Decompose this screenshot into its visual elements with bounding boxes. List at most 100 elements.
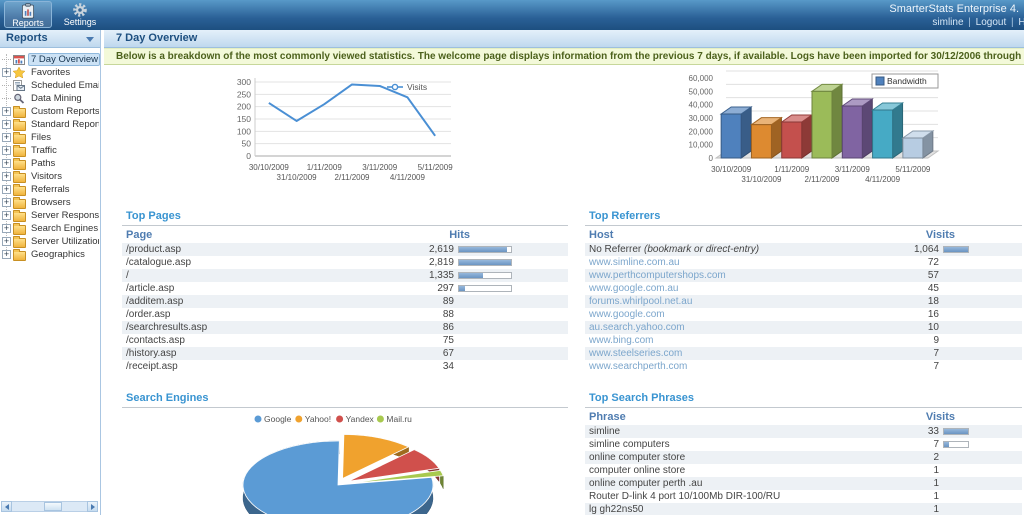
expand-icon[interactable]: +	[2, 159, 11, 168]
expand-icon[interactable]: +	[2, 107, 11, 116]
row-label: /	[126, 270, 396, 281]
expand-icon[interactable]: +	[2, 237, 11, 246]
table-header: HostVisits	[585, 226, 1022, 243]
sidebar-item-search-engines[interactable]: +Search Engines	[0, 222, 100, 235]
expand-icon[interactable]: +	[2, 185, 11, 194]
sidebar-item-files[interactable]: +Files	[0, 131, 100, 144]
chevron-down-icon	[86, 37, 94, 42]
svg-text:Mail.ru: Mail.ru	[386, 414, 412, 424]
row-label: /catalogue.asp	[126, 257, 396, 268]
expand-icon[interactable]: +	[2, 224, 11, 233]
sidebar-item-visitors[interactable]: +Visitors	[0, 170, 100, 183]
sidebar-item-server-utilization[interactable]: + Server Utilization	[0, 235, 100, 248]
top-toolbar: Reports Settings SmarterStats Enterprise…	[0, 0, 1024, 30]
notice-bar: Below is a breakdown of the most commonl…	[104, 48, 1024, 65]
row-label: /order.asp	[126, 309, 396, 320]
main-content: 7 Day Overview Below is a breakdown of t…	[104, 30, 1024, 515]
user-link-help[interactable]: Help	[1018, 17, 1024, 28]
search-engines-section: Search Engines GoogleYahoo!YandexMail.ru	[122, 392, 568, 514]
sidebar-item-scheduled-email-reports[interactable]: Scheduled Email Reports	[0, 79, 100, 92]
scrollbar-thumb[interactable]	[44, 502, 62, 511]
sidebar-item-label: Data Mining	[28, 92, 85, 105]
expand-icon[interactable]: +	[2, 133, 11, 142]
svg-text:30/10/2009: 30/10/2009	[249, 163, 290, 172]
value-gauge	[458, 246, 512, 253]
row-link[interactable]: www.perthcomputershops.com	[589, 270, 881, 281]
row-label: lg gh22ns50	[589, 504, 881, 515]
sidebar-item-favorites[interactable]: +Favorites	[0, 66, 100, 79]
svg-text:20,000: 20,000	[689, 127, 714, 136]
scroll-left-button[interactable]	[1, 501, 12, 512]
user-link-logout[interactable]: Logout	[976, 17, 1007, 28]
bandwidth-bar-chart: 010,00020,00030,00040,00050,00060,00030/…	[680, 68, 960, 194]
user-link-simline[interactable]: simline	[932, 17, 963, 28]
sidebar-item-data-mining[interactable]: Data Mining	[0, 92, 100, 105]
row-link[interactable]: www.bing.com	[589, 335, 881, 346]
sidebar-item-standard-reports[interactable]: +Standard Reports	[0, 118, 100, 131]
expand-icon[interactable]: +	[2, 172, 11, 181]
row-label: /product.asp	[126, 244, 396, 255]
expand-icon[interactable]: +	[2, 250, 11, 259]
svg-text:200: 200	[237, 102, 251, 112]
star-icon	[13, 67, 26, 78]
sidebar-item-geographics[interactable]: +Geographics	[0, 248, 100, 261]
sidebar-item-custom-reports[interactable]: +Custom Reports	[0, 105, 100, 118]
folder-icon	[13, 249, 26, 260]
expand-icon[interactable]: +	[2, 120, 11, 129]
row-link[interactable]: www.google.com.au	[589, 283, 881, 294]
sidebar-item-referrals[interactable]: +Referrals	[0, 183, 100, 196]
section-title: Top Referrers	[585, 210, 1022, 226]
row-link[interactable]: www.simline.com.au	[589, 257, 881, 268]
row-value: 2,819	[396, 257, 454, 268]
table-row: /searchresults.asp86	[122, 321, 568, 334]
sidebar-item-7-day-overview[interactable]: 7 Day Overview	[0, 53, 100, 66]
expand-icon[interactable]: +	[2, 198, 11, 207]
svg-text:Yahoo!: Yahoo!	[305, 414, 331, 424]
row-label: /contacts.asp	[126, 335, 396, 346]
column-header-phrase: Phrase	[589, 411, 881, 423]
row-value: 18	[881, 296, 939, 307]
sidebar-item-browsers[interactable]: + Browsers	[0, 196, 100, 209]
user-links: simline | Logout | Help	[932, 17, 1024, 28]
expand-icon[interactable]: +	[2, 146, 11, 155]
row-link[interactable]: au.search.yahoo.com	[589, 322, 881, 333]
table-row: www.bing.com9	[585, 334, 1022, 347]
row-value: 72	[881, 257, 939, 268]
column-header-host: Host	[589, 229, 881, 241]
sidebar-header[interactable]: Reports	[0, 30, 100, 48]
row-value: 33	[881, 426, 939, 437]
table-row: www.steelseries.com7	[585, 347, 1022, 360]
row-value: 86	[396, 322, 454, 333]
row-value: 57	[881, 270, 939, 281]
settings-nav-button[interactable]: Settings	[56, 1, 104, 28]
sidebar-item-paths[interactable]: +Paths	[0, 157, 100, 170]
sidebar-item-server-responses[interactable]: +Server Responses	[0, 209, 100, 222]
scroll-right-button[interactable]	[87, 501, 98, 512]
row-value: 1	[881, 465, 939, 476]
sidebar-item-label: Server Utilization	[28, 235, 100, 248]
row-link[interactable]: www.steelseries.com	[589, 348, 881, 359]
column-header-page: Page	[126, 229, 396, 241]
table-row: simline computers7	[585, 438, 1022, 451]
table-row: /history.asp67	[122, 347, 568, 360]
row-link[interactable]: forums.whirlpool.net.au	[589, 296, 881, 307]
reports-nav-button[interactable]: Reports	[4, 1, 52, 28]
svg-text:1/11/2009: 1/11/2009	[307, 163, 343, 172]
row-link[interactable]: www.google.com	[589, 309, 881, 320]
email-report-icon	[13, 80, 26, 91]
sidebar-item-label: Browsers	[28, 196, 74, 209]
scrollbar-track[interactable]	[12, 501, 87, 512]
row-value: 89	[396, 296, 454, 307]
expand-icon[interactable]: +	[2, 211, 11, 220]
expand-icon[interactable]: +	[2, 68, 11, 77]
row-link[interactable]: www.searchperth.com	[589, 361, 881, 372]
reports-button-label: Reports	[5, 19, 51, 28]
sidebar-item-traffic[interactable]: +Traffic	[0, 144, 100, 157]
column-header-hits: Hits	[412, 229, 470, 241]
svg-text:5/11/2009: 5/11/2009	[895, 165, 931, 174]
row-label: /history.asp	[126, 348, 396, 359]
table-row: Router D-link 4 port 10/100Mb DIR-100/RU…	[585, 490, 1022, 503]
sidebar-item-label: 7 Day Overview	[28, 53, 100, 66]
row-label: online computer store	[589, 452, 881, 463]
row-value: 1	[881, 491, 939, 502]
